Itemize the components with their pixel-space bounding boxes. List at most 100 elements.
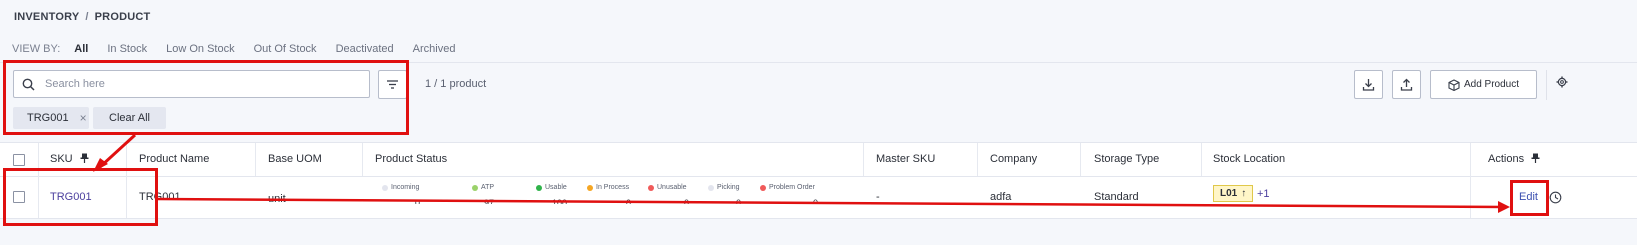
col-sku-label: SKU bbox=[50, 153, 73, 165]
download-icon bbox=[1362, 79, 1375, 91]
col-sku[interactable]: SKU bbox=[50, 153, 89, 165]
status-atp: ATP bbox=[472, 184, 494, 191]
table-header: SKU Product Name Base UOM Product Status… bbox=[0, 142, 1637, 177]
edit-link[interactable]: Edit bbox=[1519, 191, 1538, 203]
upload-button[interactable] bbox=[1392, 70, 1421, 99]
status-label: ATP bbox=[481, 184, 495, 191]
col-master-sku[interactable]: Master SKU bbox=[876, 153, 935, 165]
history-icon[interactable] bbox=[1549, 191, 1562, 204]
toolbar-divider bbox=[1546, 70, 1547, 100]
status-incoming: Incoming bbox=[382, 184, 419, 191]
filter-chip-label: TRG001 bbox=[27, 112, 69, 124]
status-dot bbox=[382, 184, 388, 191]
status-usable: Usable bbox=[536, 184, 567, 191]
base-uom: unit bbox=[268, 193, 286, 205]
storage-type: Standard bbox=[1094, 191, 1139, 203]
stock-location-more[interactable]: +1 bbox=[1257, 188, 1270, 200]
column-divider bbox=[1470, 143, 1471, 176]
status-dot bbox=[760, 184, 766, 191]
column-divider bbox=[863, 143, 864, 176]
view-by-tabs: VIEW BY: All In Stock Low On Stock Out O… bbox=[12, 43, 474, 55]
search-icon bbox=[22, 78, 35, 91]
breadcrumb-current: PRODUCT bbox=[94, 11, 151, 23]
status-value: 100 bbox=[551, 198, 567, 204]
pin-icon[interactable] bbox=[80, 153, 89, 163]
row-checkbox[interactable] bbox=[13, 191, 25, 203]
col-product-status[interactable]: Product Status bbox=[375, 153, 447, 165]
sku-link[interactable]: TRG001 bbox=[50, 191, 92, 203]
tab-out-of-stock[interactable]: Out Of Stock bbox=[254, 43, 317, 55]
breadcrumb-parent[interactable]: INVENTORY bbox=[14, 11, 79, 23]
status-dot bbox=[587, 184, 593, 191]
column-divider bbox=[1470, 176, 1471, 218]
status-label: In Process bbox=[596, 184, 630, 191]
status-in-process: In Process bbox=[587, 184, 629, 191]
col-actions: Actions bbox=[1488, 153, 1540, 165]
clear-all-button[interactable]: Clear All bbox=[93, 107, 166, 129]
status-dot bbox=[472, 184, 478, 191]
pin-icon[interactable] bbox=[1531, 153, 1540, 163]
view-by-label: VIEW BY: bbox=[12, 43, 61, 55]
company: adfa bbox=[990, 191, 1012, 203]
result-count: 1 / 1 product bbox=[425, 78, 487, 90]
add-product-button[interactable]: Add Product bbox=[1430, 70, 1537, 99]
column-divider bbox=[38, 176, 39, 218]
product-table: SKU Product Name Base UOM Product Status… bbox=[0, 142, 1637, 219]
tab-archived[interactable]: Archived bbox=[413, 43, 456, 55]
filter-button[interactable] bbox=[378, 70, 407, 99]
col-stock-location[interactable]: Stock Location bbox=[1213, 153, 1285, 165]
column-divider bbox=[1201, 143, 1202, 176]
status-label: Usable bbox=[545, 184, 567, 191]
breadcrumb-separator: / bbox=[85, 11, 89, 23]
search-input[interactable] bbox=[43, 77, 347, 91]
column-divider bbox=[362, 143, 363, 176]
status-label: Unusable bbox=[657, 184, 687, 191]
download-button[interactable] bbox=[1354, 70, 1383, 99]
arrow-up-icon: ↑ bbox=[1241, 188, 1247, 199]
close-icon[interactable]: × bbox=[80, 111, 87, 125]
master-sku: - bbox=[876, 191, 880, 203]
gear-icon[interactable] bbox=[1556, 76, 1568, 88]
select-all-checkbox[interactable] bbox=[13, 154, 25, 166]
status-problem-order: Problem Order bbox=[760, 184, 815, 191]
col-base-uom[interactable]: Base UOM bbox=[268, 153, 322, 165]
status-value: 0 bbox=[683, 198, 689, 204]
column-divider bbox=[126, 143, 127, 176]
status-dot bbox=[536, 184, 542, 191]
divider bbox=[0, 62, 1637, 63]
status-value: 0 bbox=[735, 198, 741, 204]
col-company[interactable]: Company bbox=[990, 153, 1037, 165]
status-value: 0 bbox=[414, 198, 420, 204]
breadcrumb: INVENTORY / PRODUCT bbox=[14, 11, 150, 23]
table-row: TRG001 TRG001 unit Incoming 0 ATP 97 Usa… bbox=[0, 176, 1637, 219]
status-value: 0 bbox=[625, 198, 631, 204]
add-product-label: Add Product bbox=[1463, 79, 1520, 90]
product-name: TRG001 bbox=[139, 191, 181, 203]
box-icon bbox=[1448, 78, 1460, 91]
tab-deactivated[interactable]: Deactivated bbox=[336, 43, 394, 55]
tab-low-on-stock[interactable]: Low On Stock bbox=[166, 43, 234, 55]
status-picking: Picking bbox=[708, 184, 740, 191]
col-actions-label: Actions bbox=[1488, 153, 1525, 165]
status-unusable: Unusable bbox=[648, 184, 687, 191]
status-value: 0 bbox=[812, 198, 818, 204]
status-dot bbox=[648, 184, 654, 191]
filter-icon bbox=[387, 80, 398, 89]
stock-location-badge[interactable]: L01 ↑ bbox=[1213, 185, 1254, 202]
column-divider bbox=[1080, 143, 1081, 176]
column-divider bbox=[126, 176, 127, 218]
col-storage-type[interactable]: Storage Type bbox=[1094, 153, 1159, 165]
column-divider bbox=[255, 143, 256, 176]
status-value: 97 bbox=[483, 198, 494, 204]
search-box[interactable] bbox=[13, 70, 370, 98]
col-product-name[interactable]: Product Name bbox=[139, 153, 209, 165]
column-divider bbox=[38, 143, 39, 176]
status-label: Incoming bbox=[391, 184, 420, 191]
status-dot bbox=[708, 184, 714, 191]
tab-all[interactable]: All bbox=[74, 43, 88, 55]
tab-in-stock[interactable]: In Stock bbox=[107, 43, 147, 55]
column-divider bbox=[977, 143, 978, 176]
filter-chip[interactable]: TRG001 × bbox=[13, 107, 89, 129]
status-label: Picking bbox=[717, 184, 740, 191]
status-label: Problem Order bbox=[769, 184, 815, 191]
